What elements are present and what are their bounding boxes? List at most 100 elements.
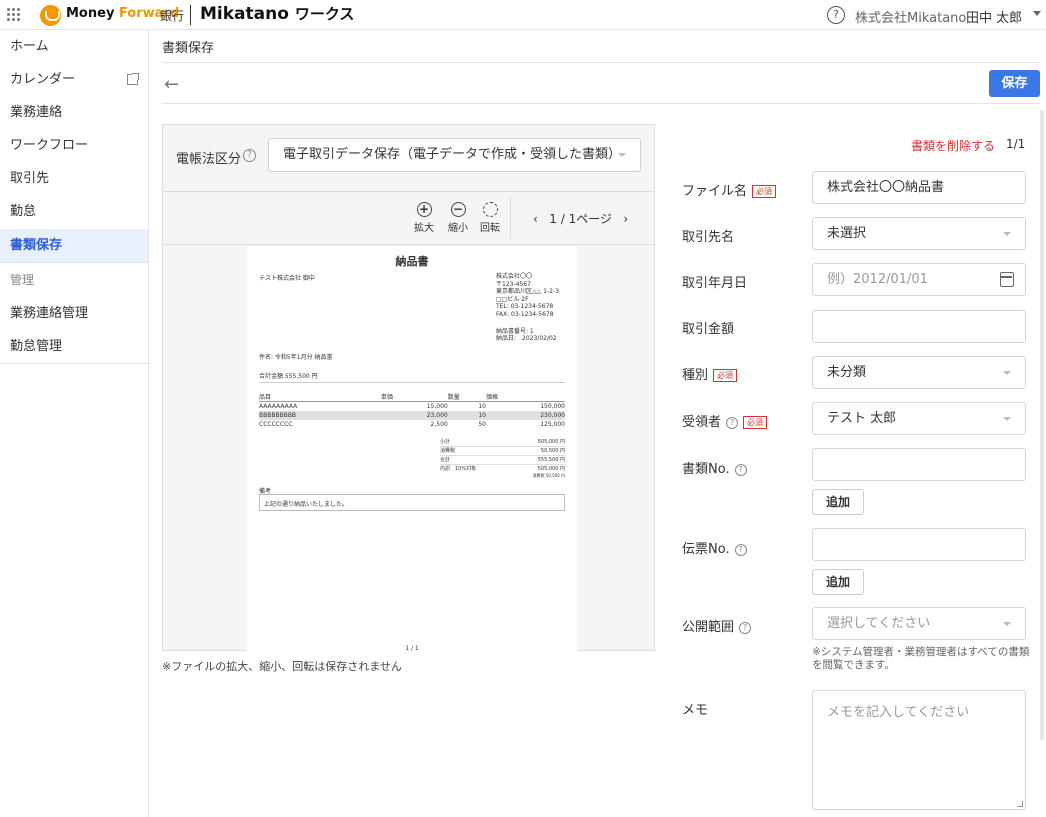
sidebar-item-calendar[interactable]: カレンダー xyxy=(0,63,148,96)
required-badge: 必須 xyxy=(713,369,738,382)
help-icon[interactable]: ? xyxy=(739,621,752,634)
back-arrow-icon[interactable]: ← xyxy=(164,74,179,95)
scope-label: 公開範囲? xyxy=(682,616,752,635)
delete-document-link[interactable]: 書類を削除する xyxy=(911,137,995,154)
document-preview: 納品書 テスト株式会社 御中 株式会社〇〇 〒123-4567 東京都品川区△△ 1… xyxy=(247,246,577,652)
help-icon[interactable]: ? xyxy=(827,6,845,24)
help-icon[interactable]: ? xyxy=(734,543,747,556)
sidebar-section-admin: 管理 xyxy=(10,273,35,287)
partner-select[interactable]: 未選択 xyxy=(812,217,1026,250)
required-badge: 必須 xyxy=(743,416,768,429)
chevron-down-icon xyxy=(1003,371,1011,375)
user-menu-caret-icon[interactable] xyxy=(1033,11,1041,16)
doc-items-table: 品目 単価 数量 価格 AAAAAAAAA 15,000 10 150,000 BBBBBB… xyxy=(259,391,565,429)
page-navigation: ‹ 1 / 1ページ › xyxy=(533,210,628,227)
page-indicator: 1 / 1ページ xyxy=(549,212,612,226)
sidebar-item-home[interactable]: ホーム xyxy=(0,30,148,63)
file-name-input[interactable]: 株式会社〇〇納品書 xyxy=(812,171,1026,204)
date-label: 取引年月日 xyxy=(682,276,748,291)
partner-label: 取引先名 xyxy=(682,230,735,245)
toolbar-divider xyxy=(510,197,511,239)
receiver-select[interactable]: テスト 太郎 xyxy=(812,402,1026,435)
user-name[interactable]: 田中 太郎 xyxy=(966,7,1022,26)
chevron-down-icon xyxy=(1003,622,1011,626)
file-name-label: ファイル名 必須 xyxy=(682,180,777,199)
zoom-out-icon: − xyxy=(450,202,466,217)
chevron-down-icon xyxy=(618,153,626,157)
doc-title: 納品書 xyxy=(395,255,429,268)
help-icon[interactable]: ? xyxy=(243,149,256,162)
viewer-toolbar: + 拡大 − 縮小 回転 ‹ 1 / 1ページ › xyxy=(163,192,654,245)
app-name[interactable]: Mikatano ワークス xyxy=(200,3,354,24)
sidebar-item-business-notice-admin[interactable]: 業務連絡管理 xyxy=(0,297,148,330)
brand-divider xyxy=(190,5,191,25)
top-bar: Money Forward 銀行 Mikatano ワークス ? 株式会社Mik… xyxy=(0,0,1046,30)
divider xyxy=(162,103,1040,104)
sidebar-item-attendance-admin[interactable]: 勤怠管理 xyxy=(0,330,148,363)
sidebar: ホーム カレンダー 業務連絡 ワークフロー 取引先 勤怠 書類保存 管理 業務連… xyxy=(0,30,149,817)
memo-textarea[interactable]: メモを記入してください xyxy=(812,690,1026,810)
doc-sender: 株式会社〇〇 〒123-4567 東京都品川区△△ 1-2-3 □□ビル 2F TEL:… xyxy=(496,273,559,318)
zoom-in-button[interactable]: + 拡大 xyxy=(411,202,437,234)
next-page-icon[interactable]: › xyxy=(623,212,628,226)
resize-grip-icon[interactable] xyxy=(1017,801,1023,807)
add-doc-no-button[interactable]: 追加 xyxy=(812,489,864,515)
amount-label: 取引金額 xyxy=(682,322,735,337)
help-icon[interactable]: ? xyxy=(734,463,747,476)
table-row: BBBBBBBBB 23,000 10 230,000 xyxy=(259,410,565,420)
viewer-header: 電帳法区分 ? 電子取引データ保存（電子データで作成・受領した書類） xyxy=(163,125,654,192)
rotate-icon xyxy=(482,202,498,217)
chevron-down-icon xyxy=(1003,232,1011,236)
company-name: 株式会社Mikatano xyxy=(855,11,967,26)
amount-input[interactable] xyxy=(812,310,1026,343)
sidebar-item-attendance[interactable]: 勤怠 xyxy=(0,195,148,228)
doc-recipient: テスト株式会社 御中 xyxy=(259,275,315,282)
viewer-note: ※ファイルの拡大、縮小、回転は保存されません xyxy=(162,660,402,673)
page-title: 書類保存 xyxy=(162,41,215,56)
help-icon[interactable]: ? xyxy=(726,416,739,429)
add-slip-no-button[interactable]: 追加 xyxy=(812,569,864,595)
doc-no-label: 書類No.? xyxy=(682,458,747,477)
zoom-out-button[interactable]: − 縮小 xyxy=(445,202,471,234)
table-row: AAAAAAAAA 15,000 10 150,000 xyxy=(259,402,565,410)
brand-bank: 銀行 xyxy=(160,9,185,23)
sidebar-divider xyxy=(0,262,148,263)
external-link-icon xyxy=(127,73,139,85)
sidebar-item-workflow[interactable]: ワークフロー xyxy=(0,129,148,162)
doc-page-number: 1 / 1 xyxy=(405,645,419,652)
type-label: 種別 必須 xyxy=(682,364,738,383)
divider xyxy=(162,62,1040,63)
sidebar-item-partners[interactable]: 取引先 xyxy=(0,162,148,195)
table-row: CCCCCCCC 2,500 50 125,000 xyxy=(259,420,565,428)
date-input[interactable]: 例）2012/01/01 xyxy=(812,263,1026,296)
sidebar-item-business-notice[interactable]: 業務連絡 xyxy=(0,96,148,129)
slip-no-input[interactable] xyxy=(812,528,1026,561)
scrollbar[interactable] xyxy=(1040,110,1044,740)
scope-hint: ※システム管理者・業務管理者はすべての書類を閲覧できます。 xyxy=(812,646,1030,671)
chevron-down-icon xyxy=(1003,417,1011,421)
doc-total: 合計金額 555,500 円 xyxy=(259,371,565,383)
app-grid-icon[interactable] xyxy=(7,8,20,21)
doc-summary: 小計 505,000 円 消費税 50,500 円 合計 555,500 円 内訳 1… xyxy=(440,439,565,478)
type-select[interactable]: 未分類 xyxy=(812,356,1026,389)
required-badge: 必須 xyxy=(752,185,777,198)
rotate-button[interactable]: 回転 xyxy=(477,202,503,234)
money-forward-logo-icon xyxy=(40,5,61,26)
scope-select[interactable]: 選択してください xyxy=(812,607,1026,640)
doc-remark: 上記の通り納品いたしました。 xyxy=(259,494,565,511)
zoom-in-icon: + xyxy=(416,202,432,217)
memo-label: メモ xyxy=(682,703,709,718)
doc-no-input[interactable] xyxy=(812,448,1026,481)
doc-subject: 件名: 令和5年1月分 納品書 xyxy=(259,354,333,361)
save-button[interactable]: 保存 xyxy=(989,70,1040,97)
sidebar-item-document-storage[interactable]: 書類保存 xyxy=(0,229,148,262)
doc-info: 納品書番号: 1 納品日: 2023/02/02 xyxy=(496,328,557,342)
document-viewer: 電帳法区分 ? 電子取引データ保存（電子データで作成・受領した書類） + 拡大 −… xyxy=(162,124,655,652)
calendar-icon[interactable] xyxy=(1000,272,1014,287)
slip-no-label: 伝票No.? xyxy=(682,538,747,557)
sidebar-divider xyxy=(0,363,148,364)
document-count: 1/1 xyxy=(1006,137,1026,151)
law-category-label: 電帳法区分 xyxy=(176,152,242,167)
prev-page-icon[interactable]: ‹ xyxy=(533,212,538,226)
law-category-select[interactable]: 電子取引データ保存（電子データで作成・受領した書類） xyxy=(268,138,641,172)
